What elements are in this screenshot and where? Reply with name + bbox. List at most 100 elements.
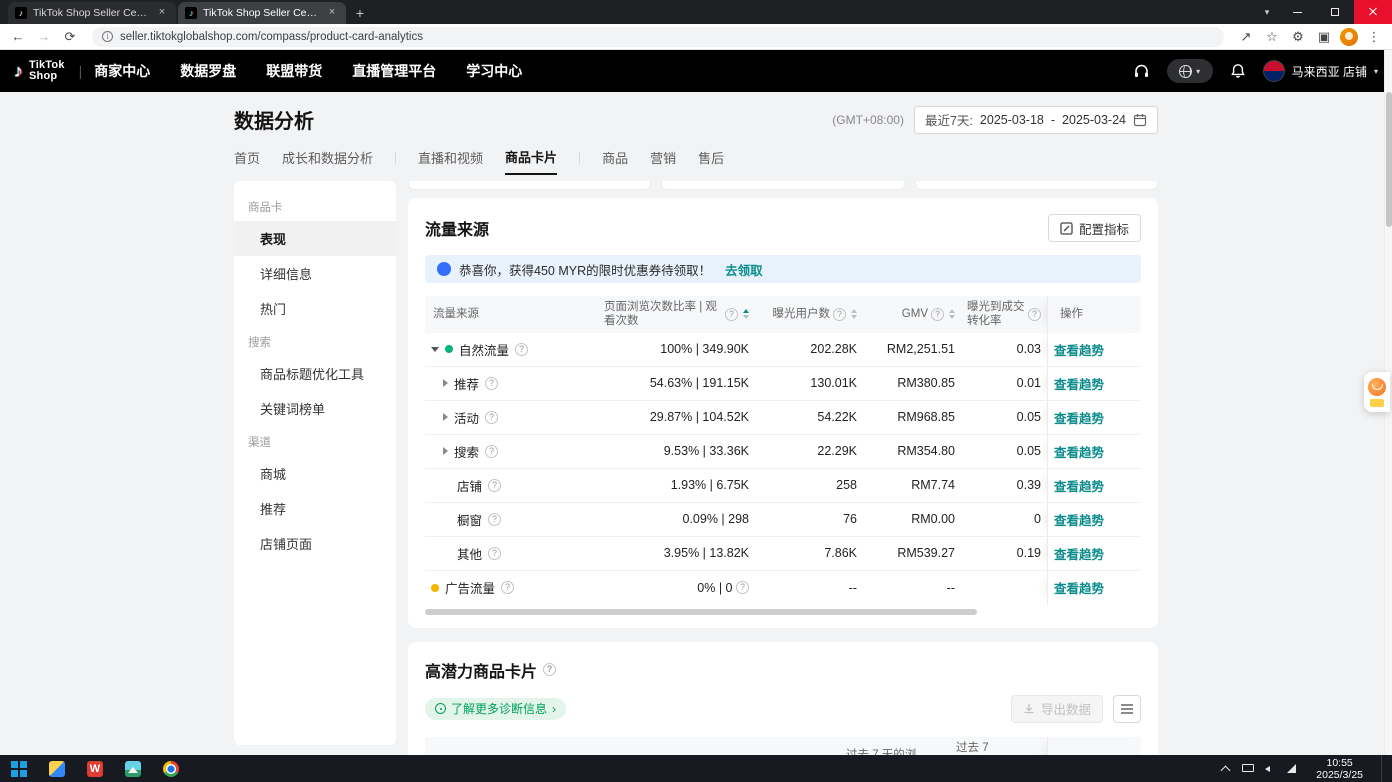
window-minimize-button[interactable] [1278,0,1316,24]
page-tab[interactable]: 营销 [650,148,676,174]
page-tab[interactable]: 商品卡片 [505,147,557,175]
help-icon[interactable] [501,581,514,594]
help-icon[interactable] [736,581,749,594]
back-button[interactable]: ← [8,27,28,47]
account-menu[interactable]: 马来西亚 店铺 ▾ [1263,60,1378,82]
view-trend-link[interactable]: 查看趋势 [1054,544,1104,563]
forward-button[interactable]: → [34,27,54,47]
view-trend-link[interactable]: 查看趋势 [1054,408,1104,427]
promo-float-widget[interactable] [1364,372,1390,412]
window-maximize-button[interactable] [1316,0,1354,24]
sort-icon[interactable] [949,309,955,319]
help-icon[interactable] [833,308,846,321]
expand-chevron-icon[interactable] [443,447,448,455]
photos-app-icon[interactable] [114,755,152,782]
horizontal-scrollbar-thumb[interactable] [425,609,977,615]
tab-close-icon[interactable]: × [325,6,339,20]
topnav-item[interactable]: 商家中心 [94,61,150,81]
sidebar-item[interactable]: 推荐 [234,491,396,526]
tiktok-shop-logo[interactable]: ♪ TikTok Shop [14,60,65,82]
browser-profile-avatar[interactable] [1340,28,1358,46]
topnav-item[interactable]: 直播管理平台 [352,61,436,81]
taskbar-clock[interactable]: 10:55 2025/3/25 [1308,757,1371,781]
view-trend-link[interactable]: 查看趋势 [1054,374,1104,393]
page-tab[interactable]: 商品 [602,148,628,174]
help-icon[interactable] [1028,308,1041,321]
window-close-button[interactable] [1354,0,1392,24]
extensions-icon[interactable]: ⚙ [1288,27,1308,47]
claim-coupon-link[interactable]: 去领取 [725,260,763,279]
help-icon[interactable] [543,663,556,676]
help-icon[interactable] [488,547,501,560]
bookmark-star-icon[interactable]: ☆ [1262,27,1282,47]
configure-metrics-button[interactable]: 配置指标 [1048,214,1141,242]
share-icon[interactable]: ↗ [1236,27,1256,47]
tray-network-icon[interactable] [1286,763,1298,775]
view-trend-link[interactable]: 查看趋势 [1054,578,1104,597]
headset-support-icon[interactable] [1133,62,1151,80]
expand-chevron-icon[interactable] [443,379,448,387]
browser-tab[interactable]: ♪TikTok Shop Seller Center | Cr× [178,2,346,24]
tray-display-icon[interactable] [1242,763,1254,775]
view-trend-link[interactable]: 查看趋势 [1054,476,1104,495]
help-icon[interactable] [485,445,498,458]
topnav-item[interactable]: 数据罗盘 [180,61,236,81]
app1-app-icon[interactable] [38,755,76,782]
start-button[interactable] [0,755,38,782]
topnav-right: ▾ 马来西亚 店铺 ▾ [1133,59,1378,83]
help-icon[interactable] [488,513,501,526]
date-range-picker[interactable]: 最近7天: 2025-03-18 - 2025-03-24 [914,106,1158,134]
page-scrollbar-thumb[interactable] [1386,92,1392,227]
address-bar[interactable]: i seller.tiktokglobalshop.com/compass/pr… [92,27,1224,47]
export-data-button[interactable]: 导出数据 [1011,695,1103,723]
browser-menu-icon[interactable]: ⋮ [1364,27,1384,47]
horizontal-scrollbar[interactable] [425,608,1141,616]
view-trend-link[interactable]: 查看趋势 [1054,442,1104,461]
show-desktop-button[interactable] [1381,755,1386,782]
help-icon[interactable] [488,479,501,492]
page-tab[interactable]: 直播和视频 [418,148,483,174]
diagnosis-info-badge[interactable]: 了解更多诊断信息 › [425,698,566,720]
new-tab-button[interactable]: + [348,2,372,24]
sidebar-item[interactable]: 店铺页面 [234,526,396,561]
help-icon[interactable] [515,343,528,356]
help-icon[interactable] [725,308,738,321]
window-controls: ▾ [1256,0,1392,24]
help-icon[interactable] [485,377,498,390]
wps-app-icon[interactable] [76,755,114,782]
topnav-item[interactable]: 学习中心 [466,61,522,81]
expand-chevron-icon[interactable] [431,347,439,352]
side-panel-icon[interactable]: ▣ [1314,27,1334,47]
chrome-app-icon[interactable] [152,755,190,782]
sidebar-item[interactable]: 表现 [234,221,396,256]
view-trend-link[interactable]: 查看趋势 [1054,510,1104,529]
help-icon[interactable] [485,411,498,424]
expand-chevron-icon[interactable] [443,413,448,421]
page-tab[interactable]: 成长和数据分析 [282,148,373,174]
tab-close-icon[interactable]: × [155,6,169,20]
page-tab[interactable]: 首页 [234,148,260,174]
sidebar-item[interactable]: 商品标题优化工具 [234,356,396,391]
sidebar-item[interactable]: 热门 [234,291,396,326]
sort-icon[interactable] [851,309,857,319]
sidebar-item[interactable]: 商城 [234,456,396,491]
sort-icon[interactable] [743,309,749,319]
sidebar-item[interactable]: 关键词榜单 [234,391,396,426]
notifications-bell-icon[interactable] [1229,62,1247,80]
site-info-icon[interactable]: i [102,31,113,42]
topnav-item[interactable]: 联盟带货 [266,61,322,81]
tab-search-button[interactable]: ▾ [1256,1,1278,23]
tray-volume-icon[interactable] [1264,763,1276,775]
page-tab[interactable]: 售后 [698,148,724,174]
language-selector[interactable]: ▾ [1167,59,1213,83]
pv-ratio-value: 1.93% | 6.75K [671,478,749,492]
clock-time: 10:55 [1316,757,1363,769]
browser-tab[interactable]: ♪TikTok Shop Seller Center | Cr× [8,2,176,24]
sidebar-item[interactable]: 详细信息 [234,256,396,291]
view-trend-link[interactable]: 查看趋势 [1054,340,1104,359]
reload-button[interactable]: ⟳ [60,27,80,47]
report-view-button[interactable] [1113,695,1141,723]
account-name: 马来西亚 店铺 [1292,63,1367,80]
help-icon[interactable] [931,308,944,321]
tray-expand-icon[interactable] [1220,763,1232,775]
